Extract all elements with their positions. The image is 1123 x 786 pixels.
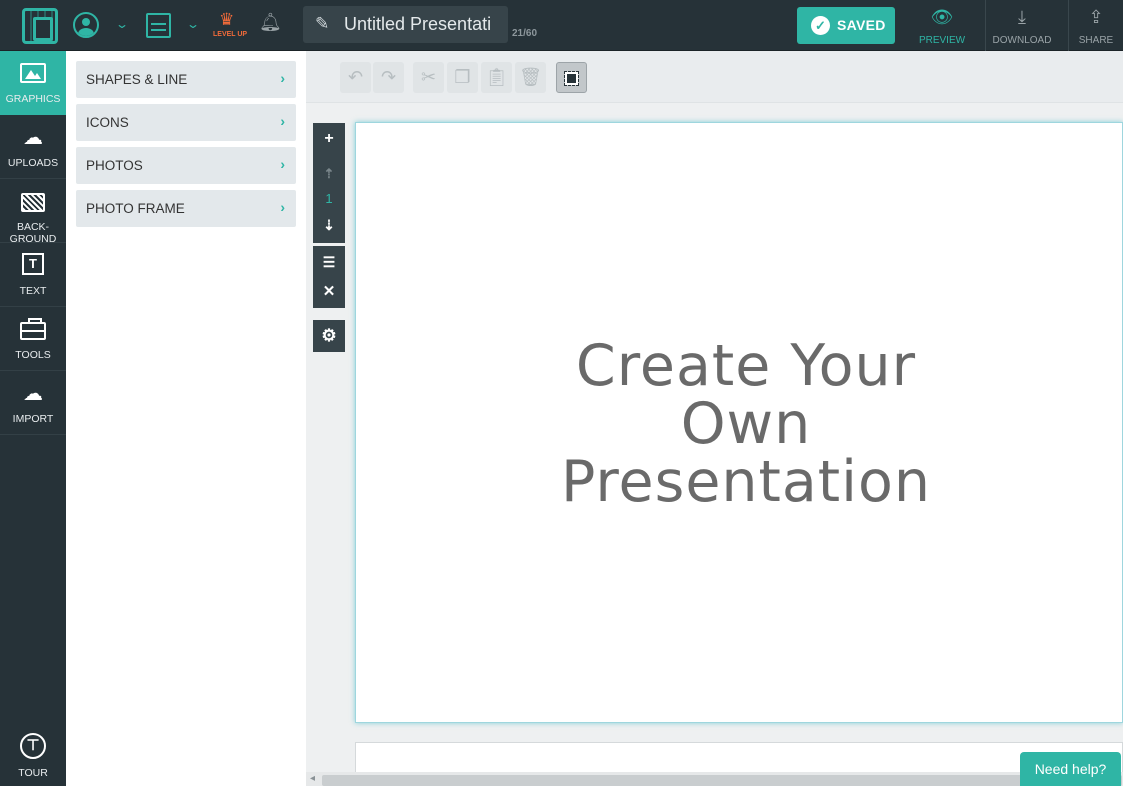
panel-item-label: PHOTOS xyxy=(86,158,143,173)
close-icon[interactable]: ✕ xyxy=(313,277,345,307)
chevron-right-icon: › xyxy=(280,113,285,129)
scrollbar-thumb[interactable] xyxy=(322,775,1122,786)
level-up-label[interactable]: LEVEL UP xyxy=(213,31,247,38)
tour-label: TOUR xyxy=(18,767,48,779)
layer-icon[interactable] xyxy=(556,62,587,93)
sidebar-item-label: IMPORT xyxy=(12,413,54,425)
panel-item-label: PHOTO FRAME xyxy=(86,201,185,216)
panel-item-photos[interactable]: PHOTOS › xyxy=(76,147,296,184)
document-title-field[interactable]: ✎ Untitled Presentati xyxy=(303,6,508,43)
check-icon: ✓ xyxy=(811,16,830,35)
sidebar-item-graphics[interactable]: GRAPHICS xyxy=(0,51,66,115)
sidebar-item-tools[interactable]: TOOLS xyxy=(0,307,66,371)
image-icon xyxy=(20,63,46,83)
slide-tools-group: + ⇡ 1 ⇣ xyxy=(313,123,345,243)
document-title[interactable]: Untitled Presentati xyxy=(344,14,491,35)
bell-icon[interactable]: 🔔︎ xyxy=(259,12,282,33)
sidebar-item-label: BACK- GROUND xyxy=(0,221,66,245)
sidebar-item-import[interactable]: ☁︎ IMPORT xyxy=(0,371,66,435)
slide-tools-group: ☰ ✕ xyxy=(313,246,345,308)
slide-canvas[interactable]: Create Your Own Presentation xyxy=(355,122,1123,723)
undo-icon[interactable]: ↶ xyxy=(340,62,371,93)
redo-icon[interactable]: ↷ xyxy=(373,62,404,93)
eye-icon: 👁︎ xyxy=(930,7,954,27)
saved-label: SAVED xyxy=(837,17,886,33)
move-down-icon[interactable]: ⇣ xyxy=(313,210,345,240)
top-bar: ⌄ ⌄ ♛ LEVEL UP 🔔︎ ✎ Untitled Presentati … xyxy=(0,0,1123,51)
pencil-icon: ✎ xyxy=(315,14,330,33)
sidebar-item-text[interactable]: T TEXT xyxy=(0,243,66,307)
chevron-down-icon[interactable]: ⌄ xyxy=(186,17,200,31)
logo-icon[interactable] xyxy=(22,8,58,44)
preview-label: PREVIEW xyxy=(918,35,966,46)
chevron-right-icon: › xyxy=(280,156,285,172)
text-box-icon: T xyxy=(22,253,44,275)
sidebar-item-label: TEXT xyxy=(19,285,47,297)
paste-icon[interactable]: 📋︎ xyxy=(481,62,512,93)
panel-item-icons[interactable]: ICONS › xyxy=(76,104,296,141)
need-help-button[interactable]: Need help? xyxy=(1020,752,1121,786)
share-button[interactable]: ⇪ SHARE xyxy=(1068,0,1123,51)
scroll-left-icon[interactable]: ◂ xyxy=(310,773,315,784)
download-button[interactable]: ⤓ DOWNLOAD xyxy=(985,0,1058,51)
share-icon: ⇪ xyxy=(1088,7,1104,27)
gear-icon[interactable]: ⚙ xyxy=(313,321,345,351)
move-up-icon[interactable]: ⇡ xyxy=(313,159,345,189)
delete-icon[interactable]: 🗑︎ xyxy=(515,62,546,93)
slide-title-text[interactable]: Create Your Own Presentation xyxy=(526,337,966,511)
graphics-panel: SHAPES & LINE › ICONS › PHOTOS › PHOTO F… xyxy=(66,51,306,786)
sidebar-item-label: UPLOADS xyxy=(7,157,59,169)
download-label: DOWNLOAD xyxy=(992,35,1052,46)
sidebar-item-uploads[interactable]: ☁︎ UPLOADS xyxy=(0,115,66,179)
toolbox-icon xyxy=(20,318,46,340)
slide-text-line: Own xyxy=(680,391,812,457)
chevron-right-icon: › xyxy=(280,199,285,215)
copy-icon[interactable]: ❐ xyxy=(447,62,478,93)
cloud-download-icon: ☁︎ xyxy=(23,383,43,405)
cabinet-icon[interactable] xyxy=(146,13,171,38)
share-label: SHARE xyxy=(1078,35,1114,46)
page-number: 1 xyxy=(325,191,333,206)
download-icon: ⤓ xyxy=(1018,7,1026,27)
panel-item-label: SHAPES & LINE xyxy=(86,72,188,87)
duplicate-icon[interactable]: ☰ xyxy=(313,247,345,277)
monitor-icon xyxy=(21,193,45,212)
horizontal-scrollbar[interactable]: ◂ xyxy=(306,772,1123,786)
slide-tools-group: ⚙ xyxy=(313,320,345,352)
sidebar-item-label: GRAPHICS xyxy=(5,93,61,105)
slide-text-line: Presentation xyxy=(561,449,931,515)
preview-button[interactable]: 👁︎ PREVIEW xyxy=(912,0,972,51)
cut-icon[interactable]: ✂ xyxy=(413,62,444,93)
panel-item-shapes-line[interactable]: SHAPES & LINE › xyxy=(76,61,296,98)
left-sidebar: GRAPHICS ☁︎ UPLOADS BACK- GROUND T TEXT … xyxy=(0,51,66,786)
panel-item-label: ICONS xyxy=(86,115,129,130)
plus-icon[interactable]: + xyxy=(313,124,345,154)
signpost-icon: ⊤ xyxy=(20,733,46,759)
user-circle-icon[interactable] xyxy=(73,12,99,38)
layer-square xyxy=(564,70,579,86)
saved-button[interactable]: ✓ SAVED xyxy=(797,7,895,44)
sidebar-item-label: TOOLS xyxy=(15,349,51,361)
sidebar-item-background[interactable]: BACK- GROUND xyxy=(0,179,66,245)
slide-text-line: Create Your xyxy=(575,333,917,399)
chevron-right-icon: › xyxy=(280,70,285,86)
panel-item-photo-frame[interactable]: PHOTO FRAME › xyxy=(76,190,296,227)
title-char-count: 21/60 xyxy=(512,28,538,39)
chevron-down-icon[interactable]: ⌄ xyxy=(115,17,129,31)
tour-button[interactable]: ⊤ TOUR xyxy=(0,727,66,786)
edit-toolbar: ↶ ↷ ✂ ❐ 📋︎ 🗑︎ xyxy=(306,51,1123,103)
crown-icon[interactable]: ♛ xyxy=(219,10,234,30)
cloud-upload-icon: ☁︎ xyxy=(23,127,43,149)
label-line: BACK- xyxy=(16,221,50,233)
